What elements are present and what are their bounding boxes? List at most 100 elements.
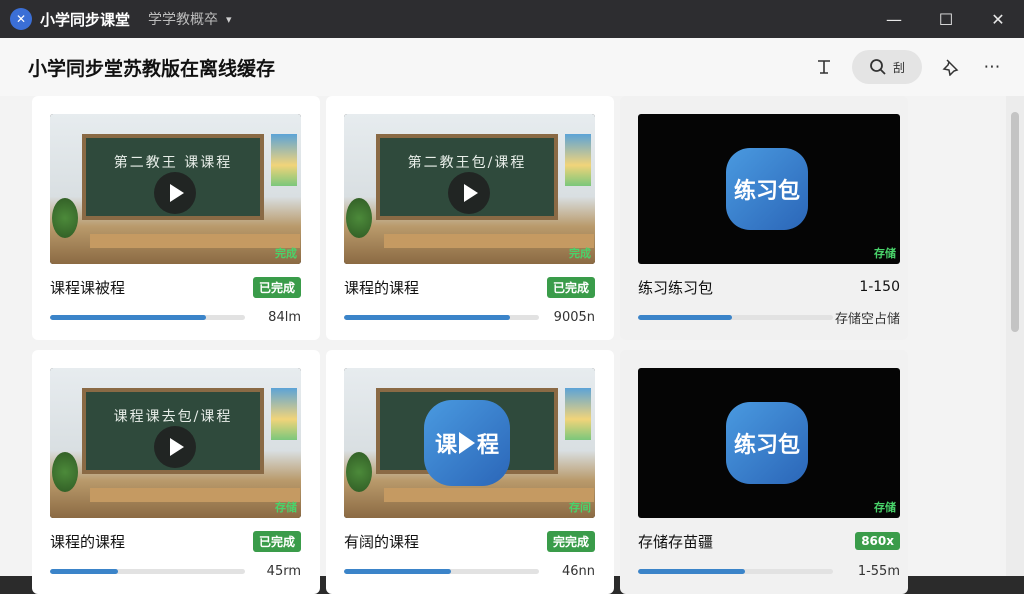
- thumb-status: 存储: [874, 247, 896, 260]
- scrollbar-thumb[interactable]: [1011, 112, 1019, 332]
- thumb-status: 存间: [569, 501, 591, 514]
- progress-row: 84lm: [50, 309, 301, 325]
- search-label: 刮: [892, 60, 905, 75]
- video-thumbnail[interactable]: 课程课去包/课程 存储: [50, 368, 301, 518]
- progress-fill: [638, 568, 746, 574]
- card-title-row: 存储存苗疆 860x: [638, 530, 900, 552]
- header-tools: 刮 ⋯: [810, 50, 1006, 84]
- more-icon[interactable]: ⋯: [978, 53, 1006, 81]
- practice-thumbnail[interactable]: 练习包 存储: [638, 114, 900, 264]
- poster: [271, 388, 297, 440]
- progress-bar: [344, 314, 539, 320]
- pin-icon[interactable]: [936, 53, 964, 81]
- card-title: 存储存苗疆: [638, 532, 714, 551]
- card-title: 练习练习包: [638, 278, 714, 297]
- plant: [52, 452, 78, 492]
- progress-bar: [50, 314, 245, 320]
- desk: [90, 234, 300, 248]
- item-range: 1-150: [859, 279, 900, 295]
- download-card[interactable]: 练习包 存储 练习练习包 1-150 存储空占储: [620, 96, 908, 340]
- video-thumbnail[interactable]: 第二教王 课课程 完成: [50, 114, 301, 264]
- practice-pack-icon: 练习包: [726, 402, 808, 484]
- download-card[interactable]: 第二教王包/课程 完成 课程的课程 已完成 9005n: [326, 96, 614, 340]
- file-size: 84lm: [268, 309, 301, 325]
- status-badge: 860x: [855, 532, 900, 550]
- card-title: 课程的课程: [50, 532, 126, 551]
- minimize-button[interactable]: —: [868, 0, 920, 38]
- video-thumbnail[interactable]: 课 程 存间: [344, 368, 595, 518]
- close-button[interactable]: ✕: [972, 0, 1024, 38]
- page-header: 小学同步堂苏教版在离线缓存 刮 ⋯: [0, 38, 1024, 96]
- download-card[interactable]: 练习包 存储 存储存苗疆 860x 1-55m: [620, 350, 908, 594]
- subject-label: 学学教概卒: [148, 12, 219, 28]
- progress-fill: [50, 568, 119, 574]
- video-thumbnail[interactable]: 第二教王包/课程 完成: [344, 114, 595, 264]
- desk: [384, 488, 594, 502]
- chevron-down-icon: ▾: [226, 12, 232, 26]
- progress-bar: [638, 314, 833, 320]
- card-title-row: 课程的课程 已完成: [344, 276, 595, 298]
- subject-selector[interactable]: 学学教概卒 ▾: [148, 9, 232, 29]
- card-title-row: 有阔的课程 完完成: [344, 530, 595, 552]
- app-title: 小学同步课堂: [40, 10, 131, 29]
- card-title: 有阔的课程: [344, 532, 420, 551]
- board-text: 课程课去包/课程: [113, 409, 233, 425]
- plant: [346, 452, 372, 492]
- practice-pack-icon: 练习包: [726, 148, 808, 230]
- card-title-row: 课程课被程 已完成: [50, 276, 301, 298]
- status-badge: 已完成: [546, 276, 595, 298]
- download-card[interactable]: 第二教王 课课程 完成 课程课被程 已完成 84lm: [32, 96, 320, 340]
- page-title: 小学同步堂苏教版在离线缓存: [28, 57, 276, 80]
- thumb-status: 完成: [569, 247, 591, 260]
- poster: [565, 134, 591, 186]
- thumb-status: 完成: [275, 247, 297, 260]
- progress-fill: [344, 314, 510, 320]
- course-badge-right: 程: [477, 433, 500, 458]
- plant: [346, 198, 372, 238]
- poster: [565, 388, 591, 440]
- text-format-icon[interactable]: [810, 53, 838, 81]
- progress-row: 存储空占储: [638, 310, 900, 327]
- play-icon[interactable]: [154, 426, 196, 468]
- file-size: 46nn: [561, 563, 595, 579]
- app-window: ✕ 小学同步课堂 学学教概卒 ▾ — ☐ ✕ 小学同步堂苏教版在离线缓存 刮 ⋯: [0, 0, 1024, 594]
- search-icon: [870, 59, 886, 75]
- vertical-scrollbar[interactable]: [1006, 96, 1024, 576]
- board-text: 第二教王包/课程: [407, 155, 527, 171]
- practice-thumbnail[interactable]: 练习包 存储: [638, 368, 900, 518]
- app-logo-icon: ✕: [10, 8, 32, 30]
- file-size: 45rm: [266, 563, 301, 579]
- progress-fill: [344, 568, 452, 574]
- card-title: 课程的课程: [344, 278, 420, 297]
- poster: [271, 134, 297, 186]
- plant: [52, 198, 78, 238]
- search-button[interactable]: 刮: [852, 50, 922, 84]
- play-icon[interactable]: [448, 172, 490, 214]
- item-range: 1-55m: [857, 563, 900, 579]
- download-grid: 第二教王 课课程 完成 课程课被程 已完成 84lm 第二教王包/课程 完成 课…: [0, 96, 1006, 594]
- window-controls: — ☐ ✕: [868, 0, 1024, 38]
- progress-bar: [638, 568, 833, 574]
- progress-fill: [50, 314, 206, 320]
- progress-row: 9005n: [344, 309, 595, 325]
- play-icon[interactable]: [154, 172, 196, 214]
- course-play-icon[interactable]: 课 程: [424, 400, 510, 486]
- title-bar: ✕ 小学同步课堂 学学教概卒 ▾ — ☐ ✕: [0, 0, 1024, 38]
- card-title-row: 练习练习包 1-150: [638, 276, 900, 298]
- board-text: 第二教王 课课程: [113, 155, 233, 171]
- thumb-status: 存储: [275, 501, 297, 514]
- storage-label: 存储空占储: [834, 311, 900, 327]
- desk: [90, 488, 300, 502]
- course-badge-left: 课: [434, 433, 457, 458]
- card-title-row: 课程的课程 已完成: [50, 530, 301, 552]
- desk: [384, 234, 594, 248]
- maximize-button[interactable]: ☐: [920, 0, 972, 38]
- file-size: 9005n: [553, 309, 595, 325]
- progress-bar: [50, 568, 245, 574]
- download-card[interactable]: 课程课去包/课程 存储 课程的课程 已完成 45rm: [32, 350, 320, 594]
- progress-bar: [344, 568, 539, 574]
- status-badge: 已完成: [252, 276, 301, 298]
- status-badge: 已完成: [252, 530, 301, 552]
- thumb-status: 存储: [874, 501, 896, 514]
- download-card[interactable]: 课 程 存间 有阔的课程 完完成 46nn: [326, 350, 614, 594]
